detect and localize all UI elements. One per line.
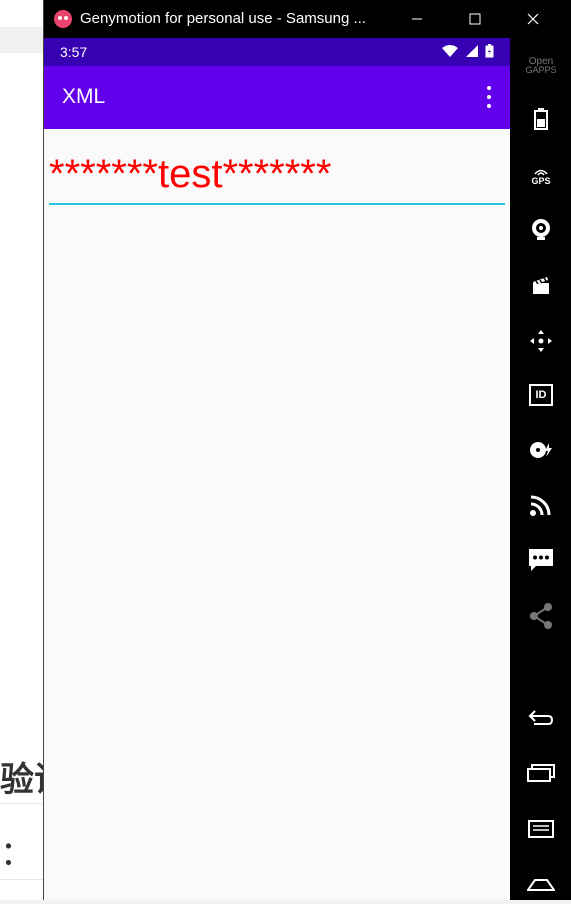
genymotion-window: Genymotion for personal use - Samsung ..…	[43, 0, 571, 900]
message-icon	[529, 549, 553, 571]
webcam-icon	[532, 219, 550, 240]
open-gapps-button[interactable]: Open GAPPS	[510, 46, 571, 86]
status-icons	[441, 44, 494, 58]
dpad-widget-button[interactable]	[510, 321, 571, 361]
menu-button[interactable]	[510, 809, 571, 849]
app-bar-title: XML	[62, 85, 106, 108]
genymotion-toolbar: Open GAPPS GPS ID	[510, 38, 571, 900]
app-bar: XML	[44, 66, 510, 129]
background-text-1: 验证	[0, 760, 44, 800]
home-button[interactable]	[510, 864, 571, 904]
title-bar[interactable]: Genymotion for personal use - Samsung ..…	[44, 0, 571, 38]
maximize-button[interactable]	[446, 0, 504, 38]
gps-signal-icon	[534, 169, 548, 175]
network-widget-button[interactable]	[510, 485, 571, 525]
recent-apps-button[interactable]	[510, 753, 571, 793]
minimize-icon	[412, 18, 422, 20]
background-divider	[0, 803, 44, 804]
gps-widget-button[interactable]: GPS	[510, 156, 571, 196]
close-icon	[527, 13, 539, 25]
back-button[interactable]	[510, 698, 571, 738]
close-button[interactable]	[504, 0, 562, 38]
overflow-menu-icon[interactable]	[482, 86, 496, 108]
id-label: ID	[535, 389, 547, 401]
disk-io-widget-button[interactable]	[510, 430, 571, 470]
text-input-value: *******test*******	[49, 152, 332, 196]
gapps-label: GAPPS	[525, 65, 557, 75]
recent-apps-icon	[527, 764, 555, 782]
share-widget-button[interactable]	[510, 596, 571, 636]
wifi-icon	[442, 45, 459, 58]
background-tab-strip	[0, 27, 44, 53]
battery-icon	[485, 44, 494, 58]
home-icon	[527, 879, 555, 891]
status-time: 3:57	[60, 44, 88, 60]
disk-io-icon	[530, 442, 552, 458]
status-bar: 3:57	[44, 38, 510, 66]
clapperboard-icon	[533, 277, 549, 294]
text-input[interactable]: *******test*******	[49, 149, 505, 205]
background-text-2: ：	[0, 834, 34, 874]
genymotion-logo-icon	[54, 10, 72, 28]
minimize-button[interactable]	[388, 0, 446, 38]
cellular-signal-icon	[466, 45, 478, 57]
battery-icon	[534, 108, 548, 130]
battery-widget-button[interactable]	[510, 99, 571, 139]
rss-icon	[530, 495, 551, 516]
dpad-icon	[530, 330, 552, 352]
background-divider	[0, 879, 44, 880]
menu-icon	[528, 820, 554, 838]
sms-widget-button[interactable]	[510, 540, 571, 580]
webcam-widget-button[interactable]	[510, 209, 571, 249]
android-screen: 3:57 XML *******test*******	[44, 38, 510, 900]
gps-label: GPS	[531, 175, 551, 186]
device-id-widget-button[interactable]: ID	[510, 375, 571, 415]
window-title: Genymotion for personal use - Samsung ..…	[80, 10, 366, 27]
screencast-widget-button[interactable]	[510, 265, 571, 305]
share-icon	[530, 603, 552, 629]
maximize-icon	[469, 13, 481, 25]
back-icon	[528, 710, 554, 725]
